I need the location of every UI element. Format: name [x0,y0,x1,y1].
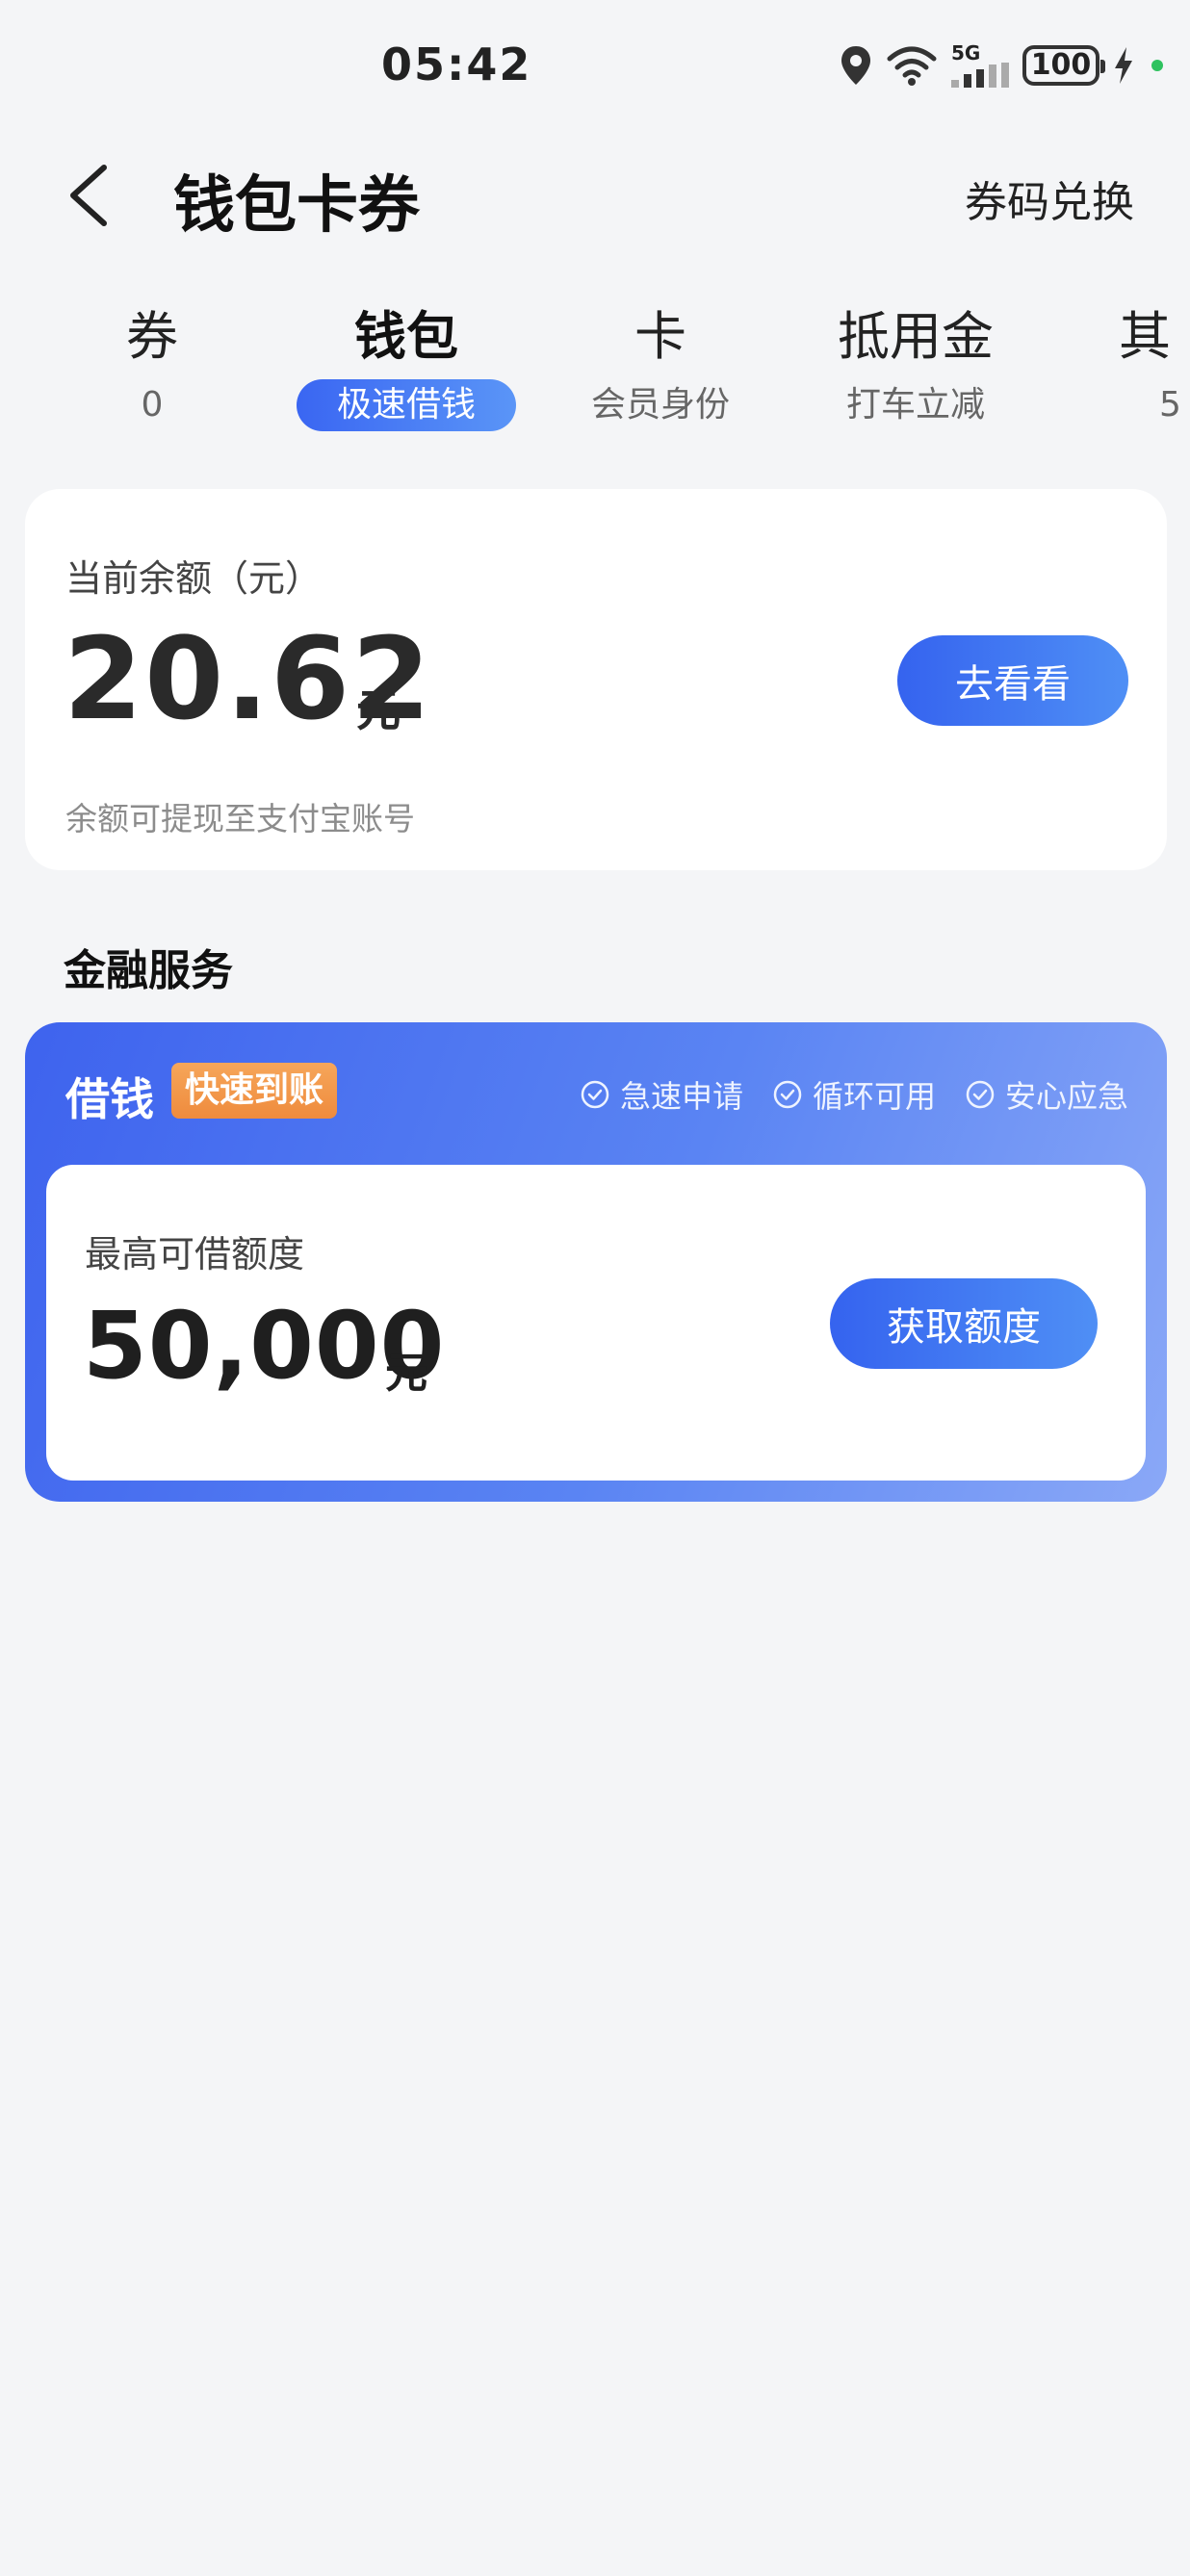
status-bar: 05:42 5G 100 [0,0,1190,135]
status-time: 05:42 [381,39,532,90]
category-tabs: 券 0 钱包 极速借钱 卡 会员身份 抵用金 打车立减 其 5 [0,298,1190,433]
page-title: 钱包卡券 [173,170,420,242]
limit-unit: 元 [385,1349,427,1398]
charging-icon [1115,47,1132,84]
section-title-financial: 金融服务 [64,946,233,995]
tab-coupons[interactable]: 券 0 [94,298,210,431]
tab-cards[interactable]: 卡 会员身份 [574,298,747,431]
balance-label: 当前余额（元） [65,557,323,600]
loan-feature-list: 急速申请 循环可用 安心应急 [580,1072,1128,1117]
redeem-code-link[interactable]: 券码兑换 [965,167,1134,229]
tab-subtitle: 5 [1159,385,1181,425]
loan-feature-label: 循环可用 [812,1078,936,1115]
status-icons: 5G 100 [840,42,1163,89]
loan-card[interactable]: 借钱 快速到账 急速申请 循环可用 安心应急 最高可借额度 50,000 元 获… [25,1022,1167,1502]
balance-card: 当前余额（元） 20.62 元 余额可提现至支付宝账号 去看看 [25,489,1167,870]
balance-note: 余额可提现至支付宝账号 [65,800,415,837]
network-label: 5G [951,41,981,64]
check-circle-icon [966,1080,995,1109]
limit-label: 最高可借额度 [85,1233,305,1275]
loan-feature: 急速申请 [580,1072,743,1117]
tab-subtitle-badge: 极速借钱 [296,379,516,431]
get-limit-button[interactable]: 获取额度 [830,1278,1098,1369]
fast-arrival-badge: 快速到账 [171,1063,338,1119]
tab-title: 卡 [634,306,686,367]
tab-wallet[interactable]: 钱包 极速借钱 [279,298,533,431]
tab-subtitle: 会员身份 [590,385,730,425]
check-circle-icon [773,1080,802,1109]
loan-feature: 安心应急 [965,1072,1128,1117]
tab-subtitle: 0 [141,385,164,425]
loan-feature-label: 安心应急 [1004,1078,1128,1115]
tab-subtitle: 打车立减 [845,385,985,425]
header: 钱包卡券 券码兑换 [0,135,1190,250]
battery-icon: 100 [1022,45,1105,86]
tab-title: 钱包 [354,306,458,367]
tab-vouchers[interactable]: 抵用金 打车立减 [830,298,1001,431]
tab-others[interactable]: 其 5 [1119,298,1190,431]
view-balance-button[interactable]: 去看看 [897,635,1128,726]
loan-feature: 循环可用 [772,1072,936,1117]
privacy-indicator-dot [1151,60,1163,71]
tab-title: 抵用金 [838,306,994,367]
wifi-icon [887,46,937,86]
check-circle-icon [581,1080,609,1109]
battery-level: 100 [1030,48,1092,82]
location-icon [841,46,870,85]
signal-group: 5G [951,43,1009,88]
loan-feature-label: 急速申请 [619,1078,743,1115]
wallet-page: 05:42 5G 100 钱包卡券 券码兑换 券 0 钱包 极速借钱 卡 会员身… [0,0,1190,2576]
signal-icon [951,63,1009,88]
balance-unit: 元 [356,684,401,736]
loan-title: 借钱 [65,1073,154,1125]
chevron-left-icon[interactable] [64,162,121,229]
tab-title: 其 [1119,306,1171,367]
loan-limit-panel: 最高可借额度 50,000 元 获取额度 [46,1165,1146,1481]
tab-title: 券 [126,306,178,367]
